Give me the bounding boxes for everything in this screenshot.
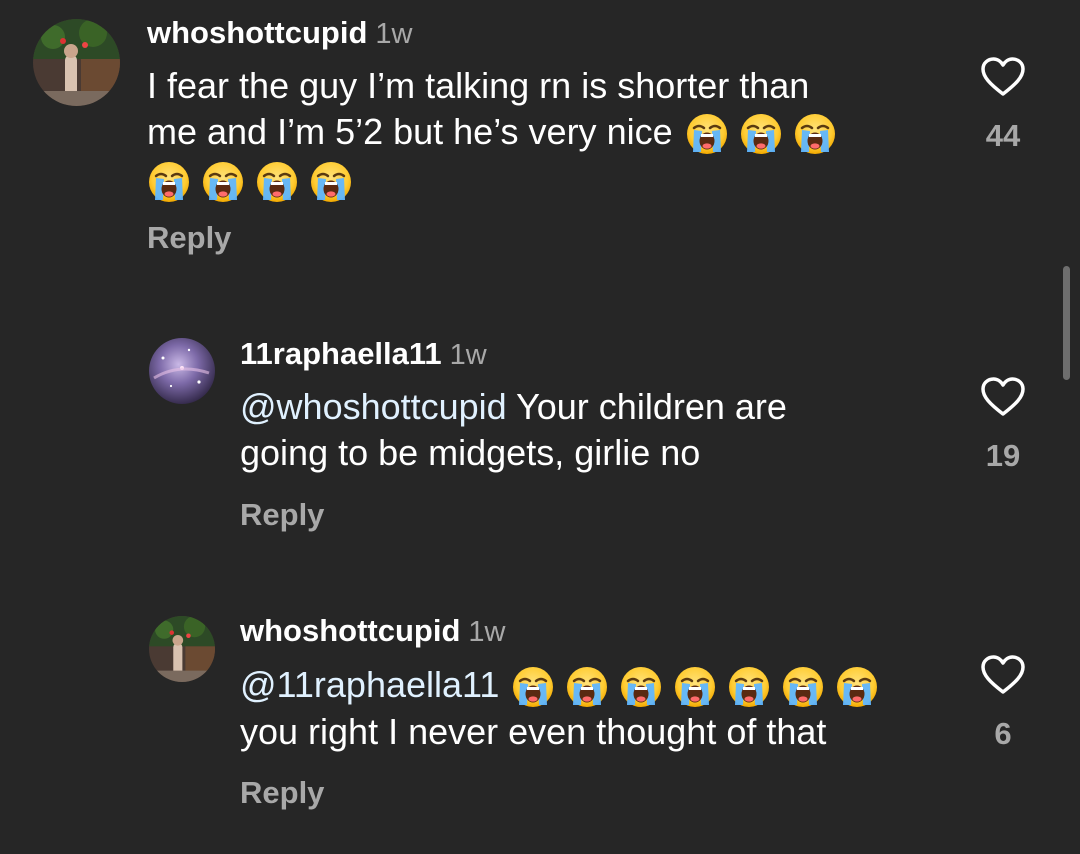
loudly-crying-face-icon [793,112,837,156]
comment-text-line-with-emoji: me and I’m 5’2 but he’s very nice [147,109,837,156]
comment-text-line: you right I never even thought of that [240,711,827,753]
loudly-crying-face-icon [511,665,555,709]
avatar-photo [149,338,215,404]
loudly-crying-face-icon [781,665,825,709]
heart-outline-icon[interactable] [980,56,1026,98]
loudly-crying-face-icon [565,665,609,709]
comments-thread: whoshottcupid 1w I fear the guy I’m talki… [0,0,1080,854]
comment-header: 11raphaella11 1w [240,336,487,373]
comment-text-line-with-emoji: @11raphaella11 [240,662,879,709]
timestamp: 1w [468,616,506,648]
like-count: 6 [994,716,1012,751]
like-count: 19 [985,438,1021,473]
like-count: 44 [985,118,1021,153]
username[interactable]: whoshottcupid [240,613,460,648]
loudly-crying-face-icon [727,665,771,709]
avatar-photo [33,19,120,106]
avatar[interactable] [149,338,215,404]
comment-text-line: I fear the guy I’m talking rn is shorter… [147,65,810,106]
comment-text-line: going to be midgets, girlie no [240,432,701,473]
emoji-group [147,160,353,204]
mention-link[interactable]: @whoshottcupid [240,386,507,427]
loudly-crying-face-icon [739,112,783,156]
emoji-group [685,112,837,156]
loudly-crying-face-icon [201,160,245,204]
comment-emoji-line [147,156,837,203]
heart-outline-icon[interactable] [980,376,1026,418]
loudly-crying-face-icon [147,160,191,204]
heart-outline-icon[interactable] [980,654,1026,696]
loudly-crying-face-icon [309,160,353,204]
loudly-crying-face-icon [685,112,729,156]
reply-button[interactable]: Reply [240,497,324,533]
username[interactable]: 11raphaella11 [240,336,442,371]
like-control: 44 [963,56,1043,154]
like-control: 19 [963,376,1043,474]
avatar-photo [149,616,215,682]
loudly-crying-face-icon [835,665,879,709]
mention-link[interactable]: @11raphaella11 [240,664,499,705]
avatar[interactable] [33,19,120,106]
emoji-group [511,665,879,709]
comment-text: @11raphaella11 you right I never even th… [240,662,879,755]
reply-button[interactable]: Reply [240,775,324,811]
comment-text-line: @whoshottcupid Your children are [240,384,787,430]
comment-text: @whoshottcupid Your children are going t… [240,384,787,476]
comment-text-segment: Your children are [506,386,787,427]
comment-text-segment: me and I’m 5’2 but he’s very nice [147,111,673,152]
like-control: 6 [963,654,1043,752]
comment-header: whoshottcupid 1w [240,613,505,650]
reply-button[interactable]: Reply [147,220,231,256]
timestamp: 1w [449,339,487,371]
scrollbar[interactable] [1063,266,1070,380]
loudly-crying-face-icon [619,665,663,709]
avatar[interactable] [149,616,215,682]
comment-text: I fear the guy I’m talking rn is shorter… [147,63,837,204]
timestamp: 1w [375,18,413,50]
username[interactable]: whoshottcupid [147,15,367,50]
loudly-crying-face-icon [673,665,717,709]
loudly-crying-face-icon [255,160,299,204]
comment-header: whoshottcupid 1w [147,15,412,52]
